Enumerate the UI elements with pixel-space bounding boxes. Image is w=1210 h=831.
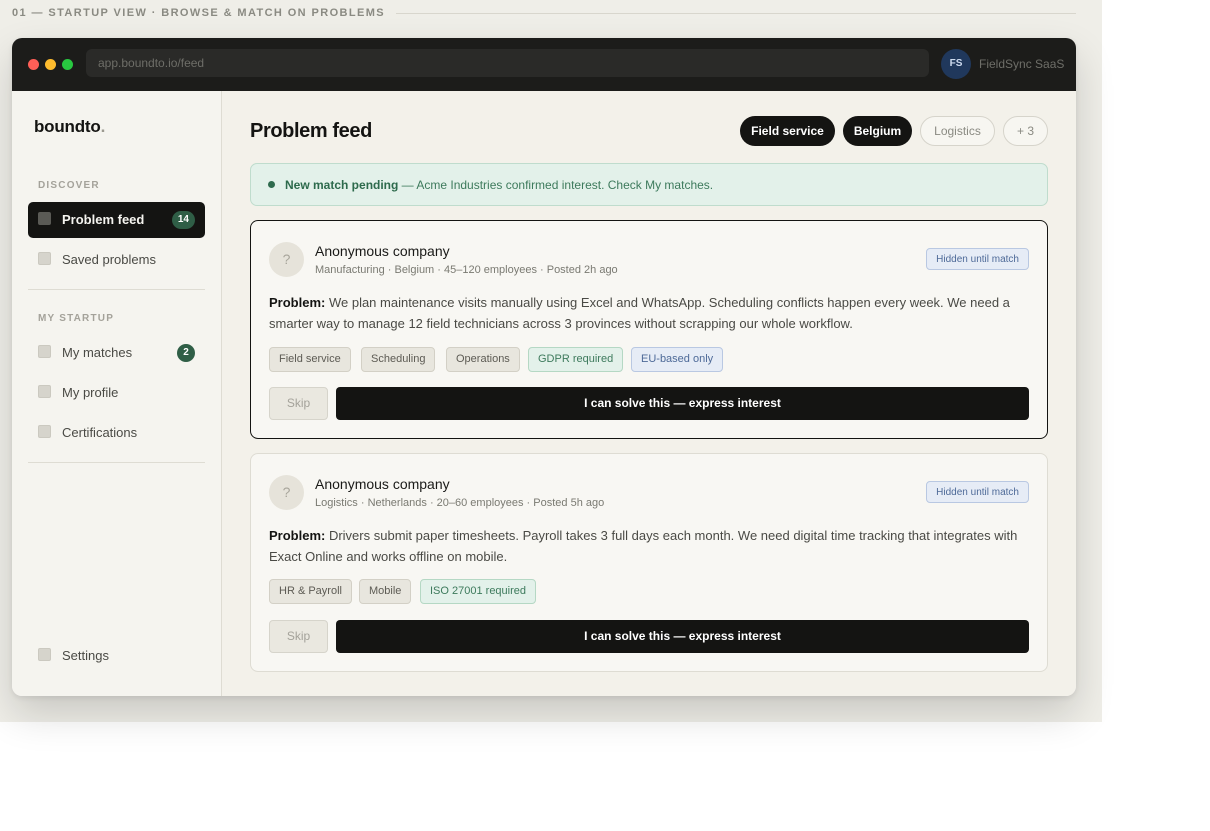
bookmark-icon [38, 252, 51, 265]
tag: HR & Payroll [269, 579, 352, 604]
problem-label: Problem: [269, 295, 326, 310]
company-avatar: ? [269, 475, 304, 510]
nav-divider [28, 462, 205, 463]
problem-text: We plan maintenance visits manually usin… [269, 295, 1010, 331]
problem-label: Problem: [269, 528, 326, 543]
company-name: Anonymous company [315, 243, 450, 259]
section-divider [396, 13, 1076, 14]
user-name: FieldSync SaaS [979, 57, 1065, 71]
sidebar-item-label: Saved problems [62, 252, 156, 267]
nav-section-my-startup: MY STARTUP [38, 313, 115, 324]
notice-text: New match pending — Acme Industries conf… [285, 178, 713, 192]
sidebar-item-label: My profile [62, 385, 119, 400]
problem-card[interactable]: ? Anonymous company Manufacturing · Belg… [250, 220, 1048, 439]
tag: Field service [269, 347, 351, 372]
company-name: Anonymous company [315, 476, 450, 492]
tag: EU-based only [631, 347, 724, 372]
problem-text: Drivers submit paper timesheets. Payroll… [269, 528, 1018, 564]
tag: GDPR required [528, 347, 624, 372]
filter-chip-belgium[interactable]: Belgium [843, 116, 912, 146]
tag: ISO 27001 required [420, 579, 537, 604]
filter-chip-logistics[interactable]: Logistics [920, 116, 995, 146]
hidden-until-match-badge: Hidden until match [926, 248, 1029, 270]
problem-card[interactable]: ? Anonymous company Logistics · Netherla… [250, 453, 1048, 672]
logo-text: boundto [34, 117, 101, 136]
app-logo[interactable]: boundto. [34, 117, 105, 137]
match-notice-banner[interactable]: New match pending — Acme Industries conf… [250, 163, 1048, 206]
browser-titlebar: app.boundto.io/feed FS FieldSync SaaS [12, 38, 1076, 91]
sidebar-item-my-profile[interactable]: My profile [28, 375, 205, 411]
minimize-window-icon[interactable] [45, 59, 56, 70]
express-interest-button[interactable]: I can solve this — express interest [336, 620, 1029, 653]
company-meta: Manufacturing · Belgium · 45–120 employe… [315, 264, 618, 276]
hidden-until-match-badge: Hidden until match [926, 481, 1029, 503]
settings-icon [38, 648, 51, 661]
sidebar-item-settings[interactable]: Settings [28, 638, 205, 674]
sidebar-item-label: Certifications [62, 425, 138, 440]
maximize-window-icon[interactable] [62, 59, 73, 70]
problem-description: Problem: We plan maintenance visits manu… [269, 292, 1029, 334]
page-title: Problem feed [250, 120, 372, 142]
sidebar-item-label: Problem feed [62, 212, 145, 227]
sidebar-item-saved-problems[interactable]: Saved problems [28, 242, 205, 278]
certificate-icon [38, 425, 51, 438]
company-avatar: ? [269, 242, 304, 277]
filter-chip-field-service[interactable]: Field service [740, 116, 835, 146]
browser-window: app.boundto.io/feed FS FieldSync SaaS bo… [12, 38, 1076, 696]
skip-button[interactable]: Skip [269, 387, 328, 420]
sidebar-item-certifications[interactable]: Certifications [28, 415, 205, 451]
company-meta: Logistics · Netherlands · 20–60 employee… [315, 497, 605, 509]
skip-button[interactable]: Skip [269, 620, 328, 653]
count-badge: 14 [171, 211, 195, 229]
status-dot [268, 181, 275, 188]
section-label: 01 — STARTUP VIEW · BROWSE & MATCH ON PR… [12, 7, 386, 19]
feed-icon [38, 212, 51, 225]
close-window-icon[interactable] [28, 59, 39, 70]
sidebar-item-problem-feed[interactable]: Problem feed 14 [28, 202, 205, 238]
address-bar[interactable]: app.boundto.io/feed [86, 49, 929, 77]
tag: Operations [446, 347, 520, 372]
sidebar-item-label: Settings [62, 648, 109, 663]
tag: Scheduling [361, 347, 436, 372]
sidebar: boundto. DISCOVER Problem feed 14 Saved … [12, 91, 222, 696]
problem-description: Problem: Drivers submit paper timesheets… [269, 525, 1029, 567]
tag: Mobile [359, 579, 412, 604]
profile-icon [38, 385, 51, 398]
sidebar-item-my-matches[interactable]: My matches 2 [28, 335, 205, 371]
main-content: Problem feed Field service Belgium Logis… [222, 91, 1076, 696]
express-interest-button[interactable]: I can solve this — express interest [336, 387, 1029, 420]
filter-chip-more[interactable]: + 3 [1003, 116, 1048, 146]
count-badge: 2 [177, 344, 195, 362]
notice-message: — Acme Industries confirmed interest. Ch… [398, 178, 714, 192]
notice-bold: New match pending [285, 178, 399, 192]
matches-icon [38, 345, 51, 358]
sidebar-item-label: My matches [62, 345, 133, 360]
logo-dot: . [100, 117, 106, 136]
nav-divider [28, 289, 205, 290]
user-avatar[interactable]: FS [941, 49, 971, 79]
nav-section-discover: DISCOVER [38, 180, 100, 191]
